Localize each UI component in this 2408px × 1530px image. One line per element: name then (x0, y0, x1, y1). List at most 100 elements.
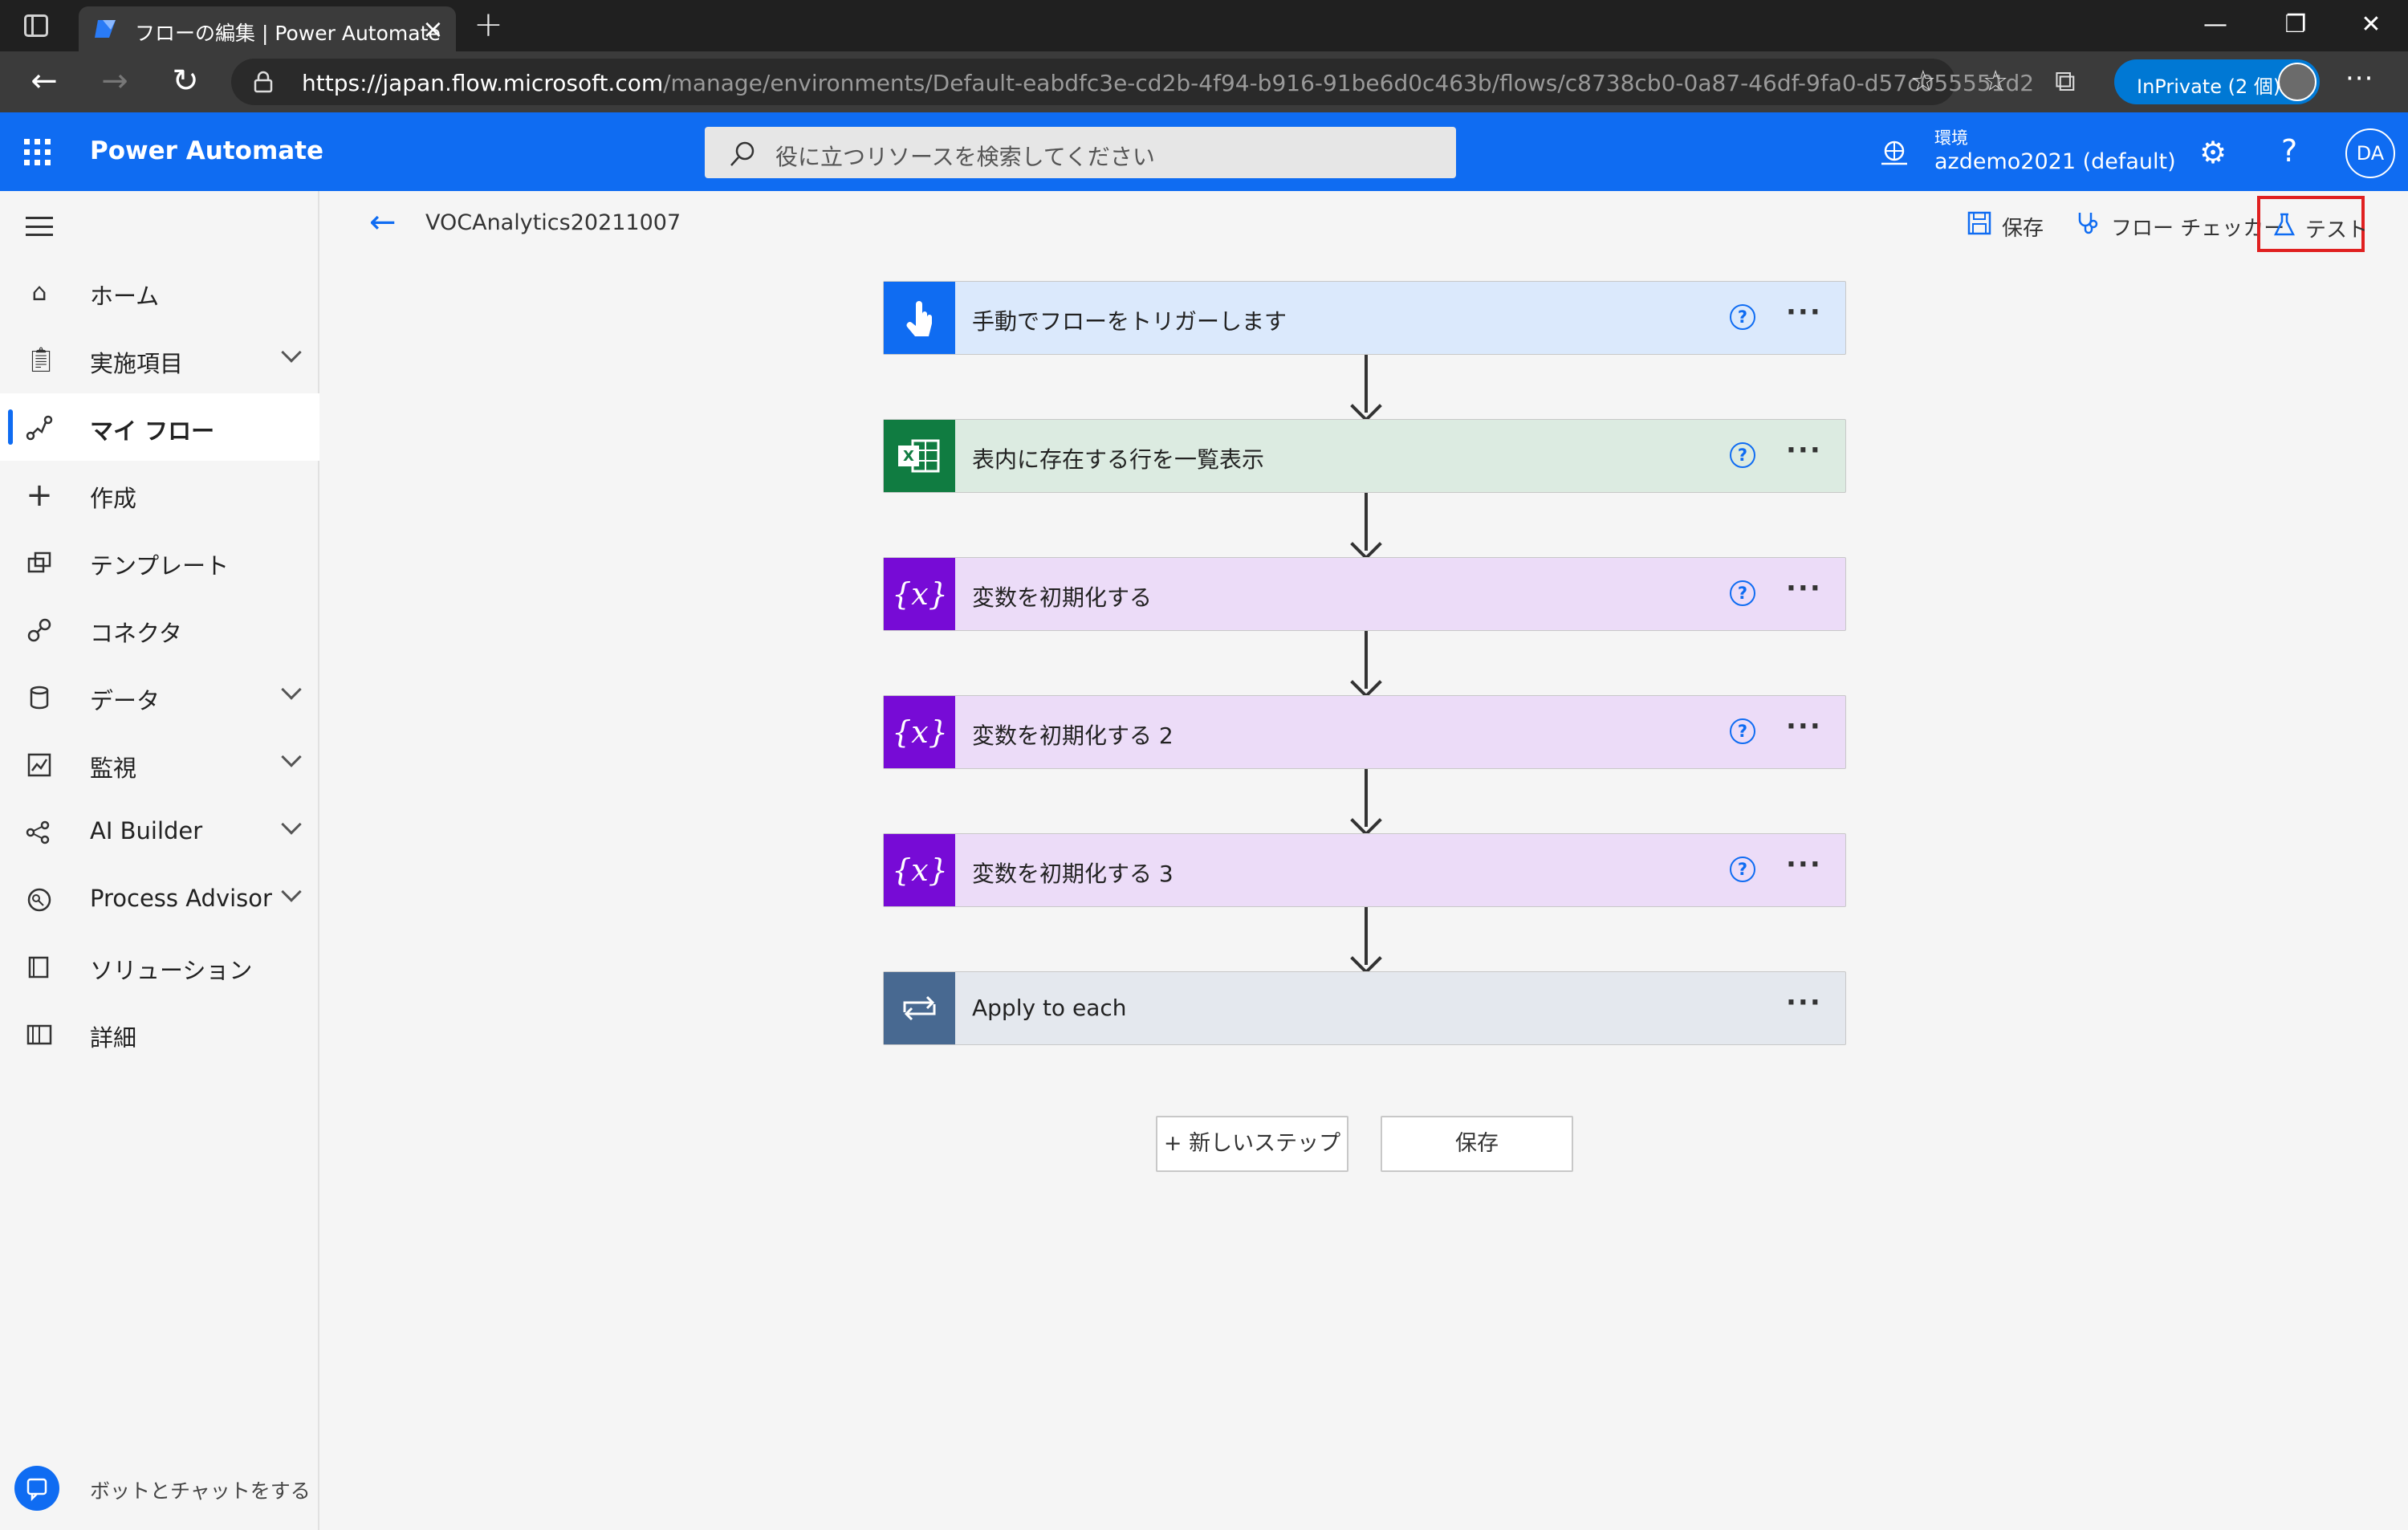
browser-menu-icon[interactable]: ··· (2345, 63, 2373, 95)
chatbot-icon[interactable] (14, 1466, 59, 1511)
new-tab-icon[interactable]: + (474, 5, 503, 45)
step-title: 手動でフローをトリガーします (972, 308, 1287, 335)
sidebar-item-ai-builder[interactable]: AI Builder (0, 798, 319, 865)
flow-step-manual-trigger[interactable]: 手動でフローをトリガーします ? ··· (883, 281, 1846, 355)
sidebar-item-monitor[interactable]: 監視 (0, 730, 319, 798)
add-favorite-icon[interactable]: ☆ (1910, 65, 1936, 98)
environment-icon[interactable] (1880, 140, 1909, 167)
minimize-icon[interactable]: — (2191, 5, 2239, 45)
tab-close-icon[interactable]: × (422, 13, 444, 45)
search-input[interactable]: 役に立つリソースを検索してください (705, 127, 1456, 178)
window-close-icon[interactable]: ✕ (2347, 5, 2395, 45)
help-icon[interactable]: ? (2281, 133, 2297, 169)
sidebar-item-label: AI Builder (90, 817, 203, 844)
sidebar-item-my-flows[interactable]: マイ フロー (0, 393, 319, 461)
variable-icon: {𝑥} (884, 558, 955, 630)
user-avatar[interactable]: DA (2345, 128, 2395, 178)
app-brand[interactable]: Power Automate (90, 136, 323, 165)
sidebar-item-connectors[interactable]: コネクタ (0, 596, 319, 663)
url-host: https://japan.flow.microsoft.com (302, 70, 664, 96)
test-button[interactable]: テスト (2257, 196, 2369, 252)
connector-arrow-icon (1350, 666, 1382, 698)
browser-tab-active[interactable]: フローの編集 | Power Automate × (79, 6, 456, 51)
chevron-down-icon[interactable] (281, 342, 302, 363)
flow-step-list-rows[interactable]: X 表内に存在する行を一覧表示 ? ··· (883, 419, 1846, 493)
flow-step-apply-to-each[interactable]: Apply to each ··· (883, 971, 1846, 1045)
help-circle-icon[interactable]: ? (1730, 442, 1755, 468)
variable-glyph-icon: {𝑥} (892, 852, 948, 888)
app-launcher-icon[interactable] (24, 139, 51, 166)
tab-actions-icon[interactable] (24, 14, 48, 37)
more-options-icon[interactable]: ··· (1786, 987, 1822, 1019)
flow-name[interactable]: VOCAnalytics20211007 (425, 210, 681, 235)
solution-icon (28, 956, 49, 979)
more-options-icon[interactable]: ··· (1786, 572, 1822, 604)
help-circle-icon[interactable]: ? (1730, 304, 1755, 330)
menu-toggle-icon[interactable] (26, 217, 53, 236)
sidebar-item-more[interactable]: 詳細 (0, 1000, 319, 1068)
sidebar-item-templates[interactable]: テンプレート (0, 528, 319, 596)
hand-icon (906, 301, 932, 336)
sidebar-item-create[interactable]: + 作成 (0, 461, 319, 528)
sidebar-item-process-advisor[interactable]: Process Advisor (0, 865, 319, 933)
chevron-down-icon[interactable] (281, 814, 302, 835)
sidebar-item-action-items[interactable]: 📋︎ 実施項目 (0, 326, 319, 393)
book-icon (26, 1024, 52, 1045)
sidebar-item-label: 実施項目 (90, 350, 184, 377)
new-step-button[interactable]: + 新しいステップ (1156, 1116, 1348, 1172)
sidebar-item-data[interactable]: データ (0, 663, 319, 730)
environment-value[interactable]: azdemo2021 (default) (1934, 149, 2176, 174)
flow-canvas: 手動でフローをトリガーします ? ··· X 表内に存在する行を一覧表示 ? ·… (321, 255, 2408, 1530)
chevron-down-icon[interactable] (281, 679, 302, 700)
more-options-icon[interactable]: ··· (1786, 434, 1822, 466)
save-icon (1967, 211, 1991, 235)
connector-arrow-icon (1350, 528, 1382, 560)
home-icon: ⌂ (31, 279, 47, 307)
more-options-icon[interactable]: ··· (1786, 296, 1822, 328)
back-arrow-icon[interactable]: ← (369, 202, 397, 242)
sidebar: ⌂ ホーム 📋︎ 実施項目 マイ フロー + 作成 テンプレート コネクタ デー… (0, 191, 319, 1530)
help-circle-icon[interactable]: ? (1730, 857, 1755, 882)
step-title: 変数を初期化する (972, 584, 1153, 611)
flow-step-init-variable[interactable]: {𝑥} 変数を初期化する ? ··· (883, 557, 1846, 631)
variable-icon: {𝑥} (884, 834, 955, 906)
collections-icon[interactable]: ⧉ (2055, 66, 2076, 98)
url-field[interactable]: https://japan.flow.microsoft.com/manage/… (231, 59, 2034, 105)
variable-icon: {𝑥} (884, 696, 955, 768)
step-title: Apply to each (972, 995, 1127, 1021)
sidebar-item-label: データ (90, 687, 161, 714)
chatbot-label[interactable]: ボットとチャットをする (90, 1475, 311, 1504)
loop-icon (884, 972, 955, 1044)
chevron-down-icon[interactable] (281, 747, 302, 767)
refresh-icon[interactable]: ↻ (165, 61, 205, 101)
help-circle-icon[interactable]: ? (1730, 718, 1755, 744)
chevron-down-icon[interactable] (281, 881, 302, 902)
test-label: テスト (2305, 218, 2369, 242)
back-icon[interactable]: ← (24, 61, 64, 101)
help-circle-icon[interactable]: ? (1730, 580, 1755, 606)
command-bar: ← VOCAnalytics20211007 保存 フロー チェッカー テスト (321, 191, 2408, 255)
save-flow-button[interactable]: 保存 (1381, 1116, 1573, 1172)
flow-step-init-variable-2[interactable]: {𝑥} 変数を初期化する 2 ? ··· (883, 695, 1846, 769)
restore-icon[interactable]: ❐ (2272, 5, 2320, 45)
favorites-icon[interactable]: ☆ (1983, 66, 2008, 98)
gear-icon[interactable]: ⚙ (2199, 136, 2227, 169)
sidebar-item-solutions[interactable]: ソリューション (0, 933, 319, 1000)
environment-label: 環境 (1934, 128, 1968, 148)
sidebar-item-home[interactable]: ⌂ ホーム (0, 258, 319, 326)
inprivate-label: InPrivate (2 個) (2137, 75, 2281, 98)
stethoscope-icon (2078, 213, 2098, 234)
flow-step-init-variable-3[interactable]: {𝑥} 変数を初期化する 3 ? ··· (883, 833, 1846, 907)
sidebar-item-label: 作成 (90, 485, 137, 512)
more-options-icon[interactable]: ··· (1786, 710, 1822, 743)
save-label: 保存 (2002, 217, 2044, 241)
save-button[interactable]: 保存 (1959, 201, 2063, 246)
url-text: https://japan.flow.microsoft.com/manage/… (302, 70, 2034, 96)
flow-checker-button[interactable]: フロー チェッカー (2068, 201, 2284, 246)
more-options-icon[interactable]: ··· (1786, 848, 1822, 881)
svg-text:X: X (903, 448, 914, 465)
search-icon (730, 141, 755, 166)
forward-icon[interactable]: → (95, 61, 135, 101)
chat-bubble-icon (26, 1478, 47, 1502)
inprivate-button[interactable]: InPrivate (2 個) (2114, 59, 2320, 104)
